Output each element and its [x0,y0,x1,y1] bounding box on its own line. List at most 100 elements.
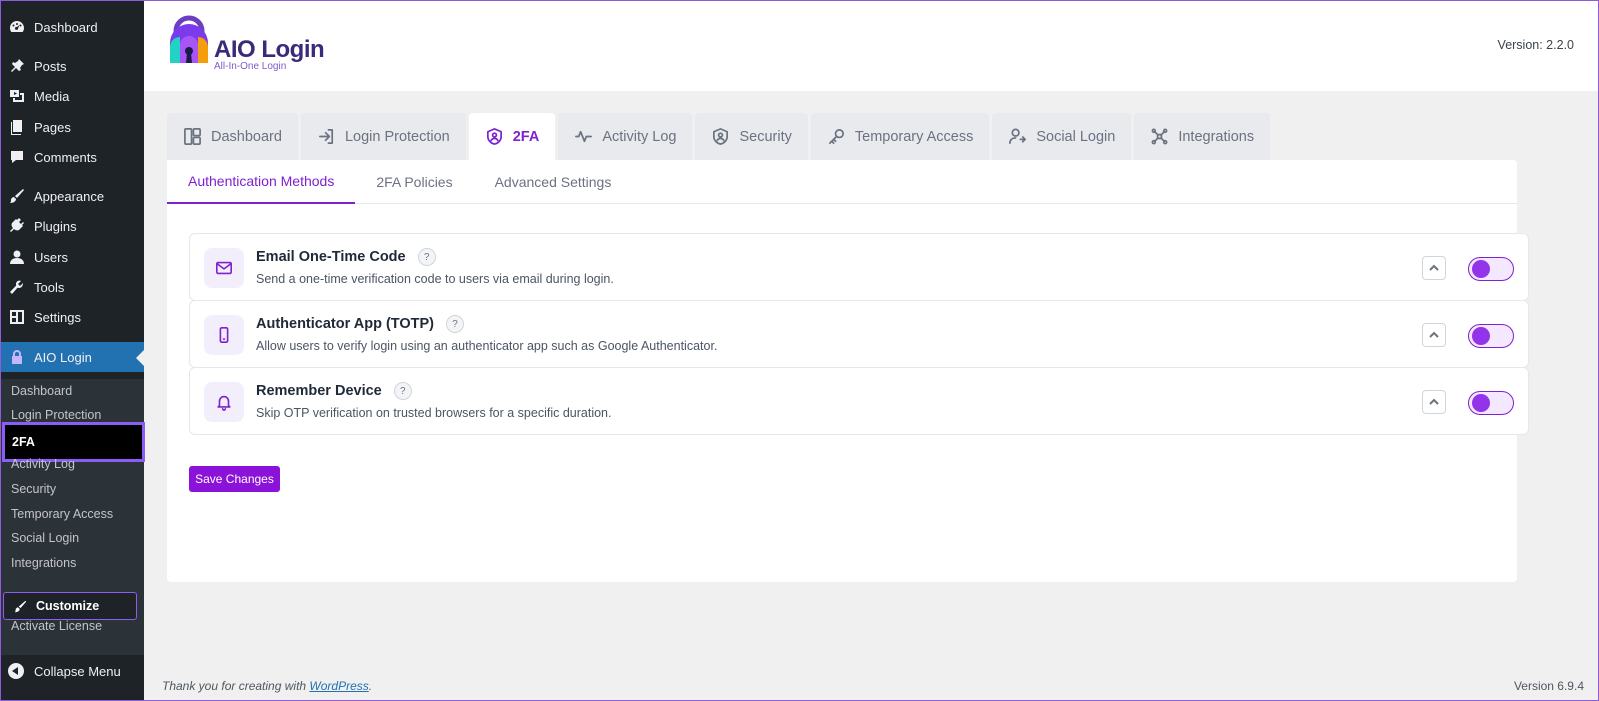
sidebar-item-comments[interactable]: Comments [1,142,144,172]
submenu-item-dashboard[interactable]: Dashboard [1,379,144,403]
brush-icon [8,187,26,205]
media-icon [8,87,26,105]
wordpress-link[interactable]: WordPress [309,679,368,693]
toggle-knob [1472,260,1490,278]
shield-icon [713,128,729,145]
method-toggle[interactable] [1468,324,1514,348]
save-changes-button[interactable]: Save Changes [189,466,280,492]
tab-activity-log[interactable]: Activity Log [558,113,693,160]
subtab-advanced-settings[interactable]: Advanced Settings [474,160,633,204]
login-icon [318,128,333,145]
sidebar-item-dashboard[interactable]: Dashboard [1,12,144,42]
sidebar-item-posts[interactable]: Posts [1,51,144,81]
plugin-icon [8,217,26,235]
main-tabs: Dashboard Login Protection 2FA Activity … [167,113,1273,160]
sidebar-item-settings[interactable]: Settings [1,302,144,332]
method-title: Email One-Time Code? [256,248,436,266]
submenu-item-temporary-access[interactable]: Temporary Access [1,502,144,526]
tab-label: Activity Log [602,128,677,145]
bell-icon [204,382,244,422]
user-icon [8,248,26,266]
submenu-item-activity-log[interactable]: Activity Log [1,452,144,476]
active-indicator [136,350,144,366]
tab-label: Integrations [1178,128,1255,145]
method-toggle[interactable] [1468,391,1514,415]
tab-temporary-access[interactable]: Temporary Access [810,113,990,160]
key-icon [828,128,844,145]
help-icon[interactable]: ? [446,315,465,333]
customize-label: Customize [36,599,100,613]
collapse-button[interactable] [1422,390,1446,414]
collapse-button[interactable] [1422,323,1446,347]
footer-thanks-text: Thank you for creating with [162,679,310,693]
activity-icon [575,130,593,143]
method-card-remember-device: Remember Device? Skip OTP verification o… [189,367,1529,435]
pages-icon [8,118,26,136]
brush-icon [14,600,27,612]
sub-tabs: Authentication Methods 2FA Policies Adva… [167,160,1517,204]
tab-login-protection[interactable]: Login Protection [300,113,466,160]
tab-2fa[interactable]: 2FA [468,113,556,160]
sidebar-item-tools[interactable]: Tools [1,272,144,302]
sidebar-item-label: Comments [34,149,97,165]
sidebar-item-label: Pages [34,119,71,135]
sidebar-item-label: Dashboard [34,19,98,35]
sidebar-item-label: Plugins [34,218,77,234]
sidebar-item-aio-login[interactable]: AIO Login [1,342,144,372]
tab-security[interactable]: Security [695,113,808,160]
sidebar-item-media[interactable]: Media [1,81,144,111]
tab-label: Login Protection [344,128,450,145]
aio-logo-icon [8,348,26,366]
logo-title: AIO Login [214,36,325,63]
settings-panel: Authentication Methods 2FA Policies Adva… [167,160,1529,582]
help-icon[interactable]: ? [417,248,436,266]
method-title: Authenticator App (TOTP)? [256,315,465,333]
customize-button[interactable]: Customize [3,592,137,620]
method-description: Send a one-time verification code to use… [256,272,614,286]
collapse-menu-button[interactable]: Collapse Menu [1,656,144,686]
method-toggle[interactable] [1468,257,1514,281]
tab-label: Social Login [1036,128,1116,145]
admin-sidebar: Dashboard Posts Media Pages Comments App… [1,1,145,700]
tab-label: Security [739,128,792,145]
submenu-item-social-login[interactable]: Social Login [1,526,144,550]
user-share-icon [1009,128,1027,145]
chevron-up-icon [1429,398,1439,405]
help-icon[interactable]: ? [393,382,412,400]
sidebar-item-label: Tools [34,279,65,295]
footer-period: . [368,679,373,693]
submenu-item-integrations[interactable]: Integrations [1,551,144,575]
aio-login-logo: AIO Login All-In-One Login [166,13,325,75]
method-title-text: Email One-Time Code [256,249,406,265]
layout-icon [184,128,201,145]
toggle-knob [1472,327,1490,345]
tab-social-login[interactable]: Social Login [992,113,1132,160]
dashboard-icon [8,18,26,36]
collapse-label: Collapse Menu [34,663,121,679]
sidebar-item-label: AIO Login [34,349,92,365]
toggle-knob [1472,394,1490,412]
tab-integrations[interactable]: Integrations [1134,113,1271,160]
settings-icon [8,308,26,326]
comment-icon [8,148,26,166]
method-description: Allow users to verify login using an aut… [256,339,718,353]
tab-label: 2FA [512,128,540,145]
shield-user-icon [486,128,502,145]
method-title: Remember Device? [256,382,412,400]
sidebar-item-label: Appearance [34,188,105,204]
submenu-item-security[interactable]: Security [1,477,144,501]
collapse-button[interactable] [1422,256,1446,280]
method-title-text: Authenticator App (TOTP) [256,316,435,332]
chevron-up-icon [1429,331,1439,338]
sidebar-item-appearance[interactable]: Appearance [1,181,144,211]
plugin-version: Version: 2.2.0 [1497,38,1574,52]
sidebar-item-users[interactable]: Users [1,242,144,272]
subtab-authentication-methods[interactable]: Authentication Methods [167,160,356,204]
wrench-icon [8,278,26,296]
subtab-2fa-policies[interactable]: 2FA Policies [355,160,473,204]
sidebar-item-plugins[interactable]: Plugins [1,211,144,241]
pin-icon [8,57,26,75]
app-frame: Dashboard Posts Media Pages Comments App… [0,0,1599,701]
tab-dashboard[interactable]: Dashboard [167,113,298,160]
sidebar-item-pages[interactable]: Pages [1,112,144,142]
